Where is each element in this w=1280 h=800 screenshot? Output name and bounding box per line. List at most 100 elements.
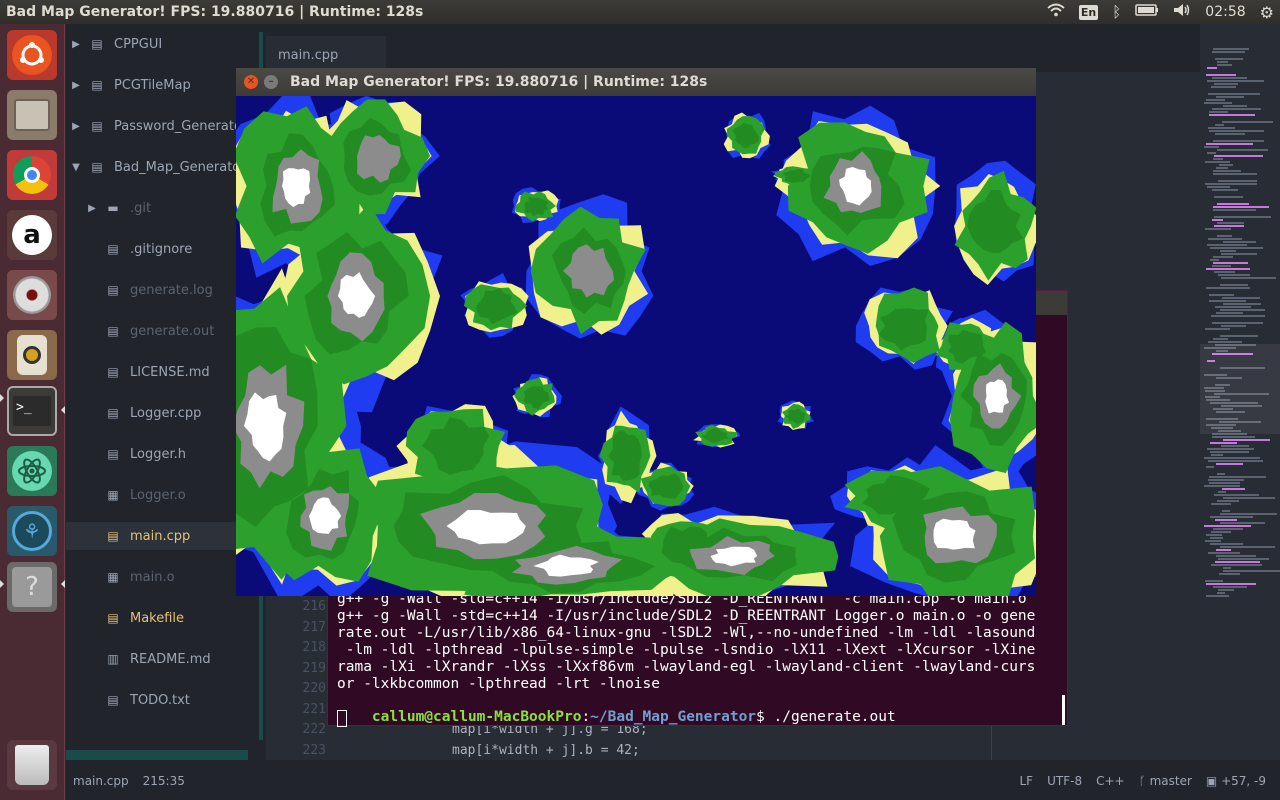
tree-item-label: Bad_Map_Generator bbox=[114, 159, 246, 175]
launcher-ubuntu-button[interactable] bbox=[7, 30, 57, 80]
system-gear-icon[interactable]: ⚙ bbox=[1260, 3, 1274, 22]
tab-bar: main.cpp bbox=[266, 24, 1200, 72]
chevron-right-icon[interactable]: ▶ bbox=[70, 80, 82, 91]
terminal-cursor bbox=[337, 710, 347, 727]
tree-item-main-cpp[interactable]: ▤ main.cpp bbox=[66, 522, 256, 550]
terminal-line: rama -lXi -lXrandr -lXss -lXxf86vm -lway… bbox=[337, 659, 1036, 675]
tree-item-logger-o[interactable]: ▦ Logger.o bbox=[66, 481, 256, 509]
file-icon: ▤ bbox=[107, 324, 119, 338]
launcher-speaker-button[interactable] bbox=[7, 330, 57, 380]
battery-icon[interactable] bbox=[1135, 4, 1159, 20]
chevron-right-icon[interactable]: ▶ bbox=[70, 121, 82, 132]
minimap-line bbox=[1206, 268, 1250, 270]
trash-icon bbox=[15, 745, 49, 785]
tree-item-logger-h[interactable]: ▤ Logger.h bbox=[66, 440, 256, 468]
minimap-line bbox=[1220, 250, 1236, 252]
status-branch[interactable]: ᚴ master bbox=[1139, 774, 1192, 788]
minimap-line bbox=[1209, 294, 1234, 296]
repo-icon: ▤ bbox=[91, 160, 103, 174]
minimap-line bbox=[1206, 534, 1222, 536]
minimap-line bbox=[1220, 335, 1258, 337]
minimap-line bbox=[1214, 196, 1243, 198]
minimap-line bbox=[1216, 96, 1244, 98]
launcher-disk-button[interactable] bbox=[7, 270, 57, 320]
tree-item-cppgui[interactable]: ▶ ▤ CPPGUI bbox=[66, 30, 256, 58]
launcher-trash-button[interactable] bbox=[7, 740, 57, 790]
tree-item-bad-map-generator[interactable]: ▼ ▤ Bad_Map_Generator bbox=[66, 153, 256, 181]
tree-item-main-o[interactable]: ▦ main.o bbox=[66, 563, 256, 591]
tree-item-password-generator[interactable]: ▶ ▤ Password_Generator bbox=[66, 112, 256, 140]
minimap-line bbox=[1215, 306, 1251, 308]
minimap-line bbox=[1206, 466, 1214, 468]
minimap-viewport[interactable] bbox=[1200, 344, 1280, 434]
speaker-icon bbox=[17, 335, 47, 375]
minimize-button[interactable]: – bbox=[264, 75, 278, 89]
tree-item-generate-out[interactable]: ▤ generate.out bbox=[66, 317, 256, 345]
minimap-line bbox=[1214, 83, 1238, 85]
terminal-cursor-line[interactable] bbox=[337, 710, 347, 727]
launcher-chrome-button[interactable] bbox=[7, 150, 57, 200]
minimap-line bbox=[1220, 546, 1275, 548]
status-cursor-position[interactable]: 215:35 bbox=[143, 774, 185, 788]
launcher-amazon-button[interactable]: a bbox=[7, 210, 57, 260]
tree-item-makefile[interactable]: ▤ Makefile bbox=[66, 604, 256, 632]
tree-item-logger-cpp[interactable]: ▤ Logger.cpp bbox=[66, 399, 256, 427]
wifi-icon[interactable] bbox=[1047, 3, 1065, 21]
chevron-down-icon[interactable]: ▼ bbox=[70, 162, 82, 173]
prompt-path: ~/Bad_Map_Generator bbox=[590, 709, 757, 725]
tree-horizontal-scrollbar[interactable] bbox=[66, 750, 248, 760]
volume-icon[interactable] bbox=[1173, 3, 1191, 21]
minimap-line bbox=[1216, 549, 1231, 551]
tree-item-todo-txt[interactable]: ▤ TODO.txt bbox=[66, 686, 256, 714]
minimap-line bbox=[1217, 203, 1249, 205]
launcher-help-button[interactable]: ? bbox=[7, 562, 57, 612]
clock[interactable]: 02:58 bbox=[1205, 4, 1245, 20]
minimap-line bbox=[1217, 64, 1232, 66]
tree-item-gitignore[interactable]: ▤ .gitignore bbox=[66, 235, 256, 263]
keyboard-layout-indicator[interactable]: En bbox=[1078, 4, 1099, 20]
tree-item-readme-md[interactable]: ▥ README.md bbox=[66, 645, 256, 673]
generated-map-canvas[interactable] bbox=[236, 96, 1036, 596]
status-diff[interactable]: ▣ +57, -9 bbox=[1206, 774, 1266, 788]
launcher-gitkraken-button[interactable]: ⚘ bbox=[7, 506, 57, 556]
minimap-line bbox=[1216, 167, 1228, 169]
minimap-line bbox=[1204, 525, 1251, 527]
tab-main-cpp[interactable]: main.cpp bbox=[266, 36, 386, 72]
status-line-ending[interactable]: LF bbox=[1020, 774, 1034, 788]
launcher-files-button[interactable] bbox=[7, 90, 57, 140]
minimap-line bbox=[1208, 552, 1240, 554]
minimap-line bbox=[1210, 451, 1249, 453]
minimap-line bbox=[1210, 537, 1223, 539]
status-encoding[interactable]: UTF-8 bbox=[1047, 774, 1082, 788]
launcher-terminal-button[interactable]: >_ bbox=[7, 386, 57, 436]
close-button[interactable]: ✕ bbox=[244, 75, 258, 89]
status-file-name[interactable]: main.cpp bbox=[73, 774, 129, 788]
tree-item-license-md[interactable]: ▤ LICENSE.md bbox=[66, 358, 256, 386]
minimap-line bbox=[1206, 595, 1229, 597]
minimap-line bbox=[1205, 540, 1221, 542]
minimap-line bbox=[1211, 564, 1262, 566]
disk-icon bbox=[13, 276, 51, 314]
minimap-line bbox=[1209, 130, 1264, 132]
code-line[interactable]: map[i*width + j].b = 42; bbox=[452, 743, 640, 758]
tree-item-git[interactable]: ▶ ▬ .git bbox=[66, 194, 256, 222]
tree-item-pcgtilemap[interactable]: ▶ ▤ PCGTileMap bbox=[66, 71, 256, 99]
bluetooth-icon[interactable]: ᛒ bbox=[1112, 3, 1121, 21]
help-icon: ? bbox=[12, 567, 52, 607]
terminal-scrollbar[interactable] bbox=[1062, 695, 1065, 725]
tree-item-generate-log[interactable]: ▤ generate.log bbox=[66, 276, 256, 304]
tree-item-label: Makefile bbox=[130, 610, 185, 626]
chevron-right-icon[interactable]: ▶ bbox=[86, 203, 98, 214]
status-grammar[interactable]: C++ bbox=[1096, 774, 1125, 788]
minimap-line bbox=[1218, 558, 1269, 560]
minimap-line bbox=[1212, 108, 1261, 110]
launcher-atom-button[interactable] bbox=[7, 446, 57, 496]
map-generator-window[interactable]: ✕ – Bad Map Generator! FPS: 19.880716 | … bbox=[236, 68, 1036, 596]
minimap-line bbox=[1208, 238, 1242, 240]
terminal-prompt-line[interactable]: callum@callum-MacBookPro:~/Bad_Map_Gener… bbox=[337, 693, 896, 741]
minimap-line bbox=[1212, 77, 1247, 79]
minimap-line bbox=[1217, 222, 1244, 224]
minimap[interactable] bbox=[1200, 48, 1280, 608]
chevron-right-icon[interactable]: ▶ bbox=[70, 39, 82, 50]
window-title-bar[interactable]: ✕ – Bad Map Generator! FPS: 19.880716 | … bbox=[236, 68, 1036, 96]
